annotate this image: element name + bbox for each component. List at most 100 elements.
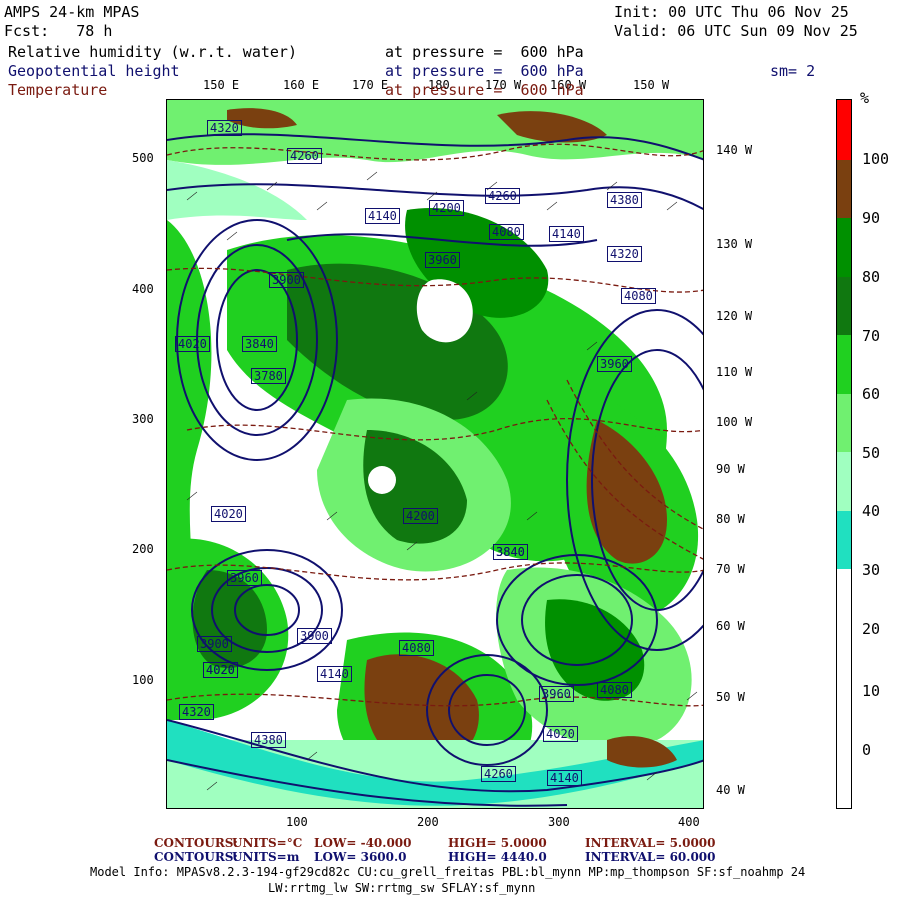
smoothing-label: sm= 2 bbox=[770, 62, 816, 80]
contour-label: 4020 bbox=[211, 506, 246, 522]
lon-top-label: 160 E bbox=[283, 78, 320, 92]
colorbar-segment bbox=[837, 569, 851, 808]
lon-right-label: 70 W bbox=[716, 562, 745, 576]
contours-temp-units: UNITS=°C bbox=[232, 836, 303, 850]
contours-height-high: HIGH= 4440.0 bbox=[448, 850, 547, 864]
contour-label: 4080 bbox=[597, 682, 632, 698]
contour-label: 4140 bbox=[365, 208, 400, 224]
x-tick: 200 bbox=[417, 815, 439, 829]
colorbar-label: 80 bbox=[862, 268, 881, 286]
contour-label: 4020 bbox=[203, 662, 238, 678]
contour-label: 4320 bbox=[207, 120, 242, 136]
colorbar-label: 10 bbox=[862, 682, 881, 700]
contour-label: 4320 bbox=[179, 704, 214, 720]
x-tick: 300 bbox=[548, 815, 570, 829]
colorbar-label: 50 bbox=[862, 444, 881, 462]
model-title: AMPS 24-km MPAS bbox=[4, 3, 140, 21]
contour-label: 3960 bbox=[539, 686, 574, 702]
contour-label: 3840 bbox=[242, 336, 277, 352]
contours-height-interval: INTERVAL= 60.000 bbox=[585, 850, 716, 864]
contour-label: 3900 bbox=[269, 272, 304, 288]
field-temp-pressure: at pressure = 600 hPa bbox=[385, 81, 584, 99]
contour-label: 4140 bbox=[317, 666, 352, 682]
y-tick: 500 bbox=[132, 151, 154, 165]
contour-label: 4020 bbox=[543, 726, 578, 742]
contours-temp-high: HIGH= 5.0000 bbox=[448, 836, 547, 850]
contour-label: 4260 bbox=[485, 188, 520, 204]
colorbar-segment bbox=[837, 335, 851, 394]
contours-height-low: LOW= 3600.0 bbox=[314, 850, 407, 864]
colorbar-label: 0 bbox=[862, 741, 872, 759]
contour-label: 4320 bbox=[607, 246, 642, 262]
field-rh-label: Relative humidity (w.r.t. water) bbox=[8, 43, 297, 61]
contour-label: 4260 bbox=[481, 766, 516, 782]
field-temp-label: Temperature bbox=[8, 81, 108, 99]
x-tick: 400 bbox=[678, 815, 700, 829]
lon-top-label: 150 W bbox=[633, 78, 670, 92]
humidity-colorbar bbox=[836, 99, 852, 809]
colorbar-segment bbox=[837, 277, 851, 335]
contour-label: 4200 bbox=[403, 508, 438, 524]
lon-right-label: 110 W bbox=[716, 365, 753, 379]
y-tick: 300 bbox=[132, 412, 154, 426]
init-time: Init: 00 UTC Thu 06 Nov 25 bbox=[614, 3, 849, 21]
lon-right-label: 50 W bbox=[716, 690, 745, 704]
colorbar-label: 60 bbox=[862, 385, 881, 403]
lon-top-label: 150 E bbox=[203, 78, 240, 92]
colorbar-segment bbox=[837, 394, 851, 452]
field-rh-pressure: at pressure = 600 hPa bbox=[385, 43, 584, 61]
colorbar-label: 100 bbox=[862, 150, 890, 168]
lon-right-label: 100 W bbox=[716, 415, 753, 429]
contour-label: 4080 bbox=[621, 288, 656, 304]
field-height-label: Geopotential height bbox=[8, 62, 180, 80]
lon-right-label: 130 W bbox=[716, 237, 753, 251]
contour-label: 3900 bbox=[297, 628, 332, 644]
contour-label: 4380 bbox=[607, 192, 642, 208]
contour-label: 3960 bbox=[597, 356, 632, 372]
x-tick: 100 bbox=[286, 815, 308, 829]
contour-label: 3780 bbox=[251, 368, 286, 384]
forecast-hour: Fcst: 78 h bbox=[4, 22, 113, 40]
weather-map: 4320 4260 4200 4140 4080 4020 3960 3900 … bbox=[166, 99, 704, 809]
model-info-2: LW:rrtmg_lw SW:rrtmg_sw SFLAY:sf_mynn bbox=[268, 881, 536, 895]
contours-temp-interval: INTERVAL= 5.0000 bbox=[585, 836, 716, 850]
lon-right-label: 40 W bbox=[716, 783, 745, 797]
model-info: Model Info: MPASv8.2.3-194-gf29cd82c CU:… bbox=[90, 865, 806, 879]
contour-label: 4020 bbox=[175, 336, 210, 352]
lon-right-label: 120 W bbox=[716, 309, 753, 323]
lon-right-label: 60 W bbox=[716, 619, 745, 633]
contours-height-units: UNITS=m bbox=[232, 850, 300, 864]
colorbar-segment bbox=[837, 160, 851, 218]
contour-label: 4140 bbox=[547, 770, 582, 786]
colorbar-label: 20 bbox=[862, 620, 881, 638]
valid-time: Valid: 06 UTC Sun 09 Nov 25 bbox=[614, 22, 858, 40]
colorbar-segment bbox=[837, 100, 851, 160]
y-tick: 100 bbox=[132, 673, 154, 687]
contour-label: 3960 bbox=[425, 252, 460, 268]
contour-label: 4140 bbox=[549, 226, 584, 242]
field-height-pressure: at pressure = 600 hPa bbox=[385, 62, 584, 80]
colorbar-unit: % bbox=[860, 89, 870, 107]
y-tick: 400 bbox=[132, 282, 154, 296]
colorbar-label: 70 bbox=[862, 327, 881, 345]
colorbar-segment bbox=[837, 452, 851, 511]
contour-label: 4380 bbox=[251, 732, 286, 748]
contour-label: 4080 bbox=[399, 640, 434, 656]
contours-temp-low: LOW= -40.000 bbox=[314, 836, 412, 850]
colorbar-label: 30 bbox=[862, 561, 881, 579]
contour-label: 4080 bbox=[489, 224, 524, 240]
contour-label: 4260 bbox=[287, 148, 322, 164]
contours-temp-label: CONTOURS: bbox=[154, 836, 238, 850]
lon-right-label: 80 W bbox=[716, 512, 745, 526]
lon-right-label: 140 W bbox=[716, 143, 753, 157]
contour-label: 3900 bbox=[197, 636, 232, 652]
contours-height-label: CONTOURS: bbox=[154, 850, 238, 864]
contour-label: 3840 bbox=[493, 544, 528, 560]
y-tick: 200 bbox=[132, 542, 154, 556]
colorbar-segment bbox=[837, 218, 851, 277]
colorbar-segment bbox=[837, 511, 851, 569]
lon-right-label: 90 W bbox=[716, 462, 745, 476]
lon-top-label: 170 E bbox=[352, 78, 389, 92]
colorbar-label: 90 bbox=[862, 209, 881, 227]
contour-label: 3960 bbox=[227, 570, 262, 586]
